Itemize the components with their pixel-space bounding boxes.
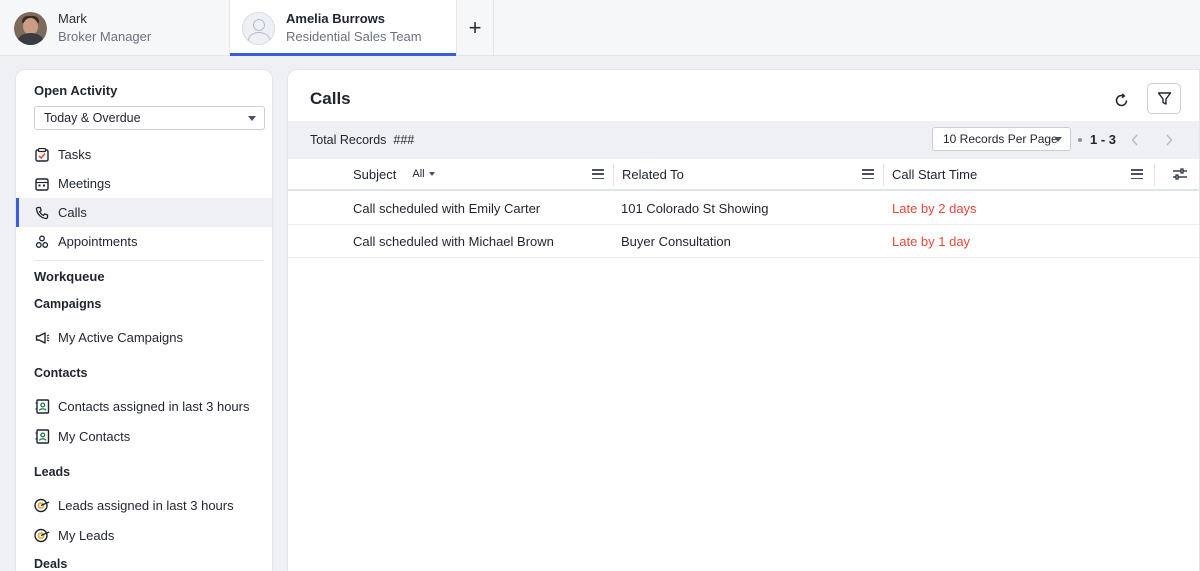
prev-page-button[interactable] (1126, 129, 1144, 151)
user-name: Amelia Burrows (286, 11, 385, 26)
total-records: Total Records ### (310, 133, 414, 147)
column-header-label: Call Start Time (892, 166, 978, 182)
column-header-label: Subject (353, 166, 397, 182)
avatar-placeholder-icon (242, 11, 275, 45)
caret-down-icon (428, 172, 435, 176)
caret-down-icon (248, 116, 256, 121)
sidebar-item-label: Tasks (58, 147, 92, 162)
task-check-icon (34, 147, 50, 163)
cell-related-to[interactable]: 101 Colorado St Showing (621, 201, 768, 216)
subject-filter-value: All (412, 168, 425, 180)
cell-subject[interactable]: Call scheduled with Emily Carter (353, 201, 540, 216)
cell-subject[interactable]: Call scheduled with Michael Brown (353, 234, 554, 249)
sidebar-item-label: Leads assigned in last 3 hours (58, 498, 234, 513)
caret-down-icon (1054, 137, 1062, 142)
page-title: Calls (310, 89, 351, 108)
user-tab-current[interactable]: Mark Broker Manager (14, 0, 228, 56)
page-range: 1 - 3 (1090, 132, 1117, 147)
chevron-right-icon (1166, 134, 1173, 146)
contact-card-icon (34, 399, 50, 415)
top-bar: Mark Broker Manager Amelia Burrows Resid… (0, 0, 1200, 56)
records-per-page-select[interactable]: 10 Records Per Page (932, 127, 1071, 151)
column-header-label: Related To (622, 166, 684, 182)
sidebar-item-label: Appointments (58, 234, 138, 249)
cell-call-start-time: Late by 1 day (892, 234, 971, 249)
phone-icon (34, 205, 50, 221)
calls-panel: Calls Total Records ### 10 Records Per P… (287, 69, 1200, 571)
refresh-button[interactable] (1107, 86, 1135, 114)
records-bar: Total Records ### 10 Records Per Page 1 … (288, 121, 1199, 159)
sidebar-item-label: Contacts assigned in last 3 hours (58, 399, 250, 414)
contacts-heading: Contacts (34, 366, 88, 380)
column-menu-related-to[interactable] (862, 159, 876, 189)
user-tab-active[interactable]: Amelia Burrows Residential Sales Team (229, 0, 457, 56)
sidebar-item-meetings[interactable]: Meetings (16, 169, 272, 198)
filter-button[interactable] (1147, 83, 1181, 114)
target-icon (34, 498, 50, 514)
sidebar-item-label: My Contacts (58, 429, 131, 444)
sidebar: Open Activity Today & Overdue Tasks Meet… (15, 69, 273, 571)
sidebar-item-my-contacts[interactable]: My Contacts (16, 422, 272, 451)
sidebar-item-tasks[interactable]: Tasks (16, 140, 272, 169)
subject-filter-dropdown[interactable]: All (412, 168, 435, 180)
sidebar-item-my-active-campaigns[interactable]: My Active Campaigns (16, 323, 272, 352)
column-divider[interactable] (883, 164, 884, 186)
leads-heading: Leads (34, 465, 71, 479)
column-menu-call-start-time[interactable] (1131, 159, 1145, 189)
sidebar-item-label: Calls (58, 205, 87, 220)
hamburger-menu-icon (592, 169, 604, 182)
table-row[interactable]: Call scheduled with Emily Carter 101 Col… (288, 192, 1199, 225)
column-header-related-to[interactable]: Related To (622, 159, 684, 189)
megaphone-icon (34, 330, 50, 346)
table-header: Subject All Related To Call Start Time (288, 159, 1199, 191)
records-per-page-value: 10 Records Per Page (943, 132, 1058, 146)
user-name: Mark (58, 11, 87, 26)
sidebar-item-appointments[interactable]: Appointments (16, 227, 272, 256)
contact-card-icon (34, 429, 50, 445)
avatar (14, 11, 47, 45)
sidebar-item-label: My Leads (58, 528, 115, 543)
target-icon (34, 528, 50, 544)
activity-filter-select[interactable]: Today & Overdue (34, 106, 265, 130)
sliders-icon (1173, 168, 1187, 180)
activity-filter-value: Today & Overdue (44, 111, 141, 125)
sidebar-item-leads-assigned[interactable]: Leads assigned in last 3 hours (16, 491, 272, 520)
refresh-icon (1115, 92, 1127, 106)
sidebar-item-label: Meetings (58, 176, 111, 191)
sidebar-item-label: My Active Campaigns (58, 330, 183, 345)
sidebar-item-calls[interactable]: Calls (16, 198, 272, 227)
user-role: Broker Manager (58, 29, 152, 44)
next-page-button[interactable] (1160, 129, 1178, 151)
column-header-call-start-time[interactable]: Call Start Time (892, 159, 977, 189)
add-tab-button[interactable]: + (457, 0, 494, 56)
open-activity-heading: Open Activity (34, 83, 118, 98)
cell-call-start-time: Late by 2 days (892, 201, 977, 216)
calendar-icon (34, 176, 50, 192)
separator-dot (1078, 138, 1082, 142)
campaigns-heading: Campaigns (34, 297, 102, 311)
table-row[interactable]: Call scheduled with Michael Brown Buyer … (288, 225, 1199, 258)
total-records-value: ### (393, 133, 415, 147)
column-divider[interactable] (1154, 164, 1155, 186)
appointment-icon (34, 234, 50, 250)
deals-heading: Deals (34, 557, 68, 571)
sidebar-item-my-leads[interactable]: My Leads (16, 521, 272, 550)
hamburger-menu-icon (1131, 169, 1143, 182)
column-divider[interactable] (613, 164, 614, 186)
user-role: Residential Sales Team (286, 29, 422, 44)
workqueue-heading: Workqueue (34, 269, 105, 284)
column-menu-subject[interactable] (592, 159, 606, 189)
divider (34, 260, 264, 261)
chevron-left-icon (1131, 134, 1138, 146)
total-records-label: Total Records (310, 133, 387, 147)
column-settings-button[interactable] (1172, 167, 1190, 183)
column-header-subject[interactable]: Subject All (353, 159, 435, 189)
filter-icon (1157, 92, 1171, 105)
hamburger-menu-icon (862, 169, 874, 182)
sidebar-item-contacts-assigned[interactable]: Contacts assigned in last 3 hours (16, 392, 272, 421)
cell-related-to[interactable]: Buyer Consultation (621, 234, 731, 249)
